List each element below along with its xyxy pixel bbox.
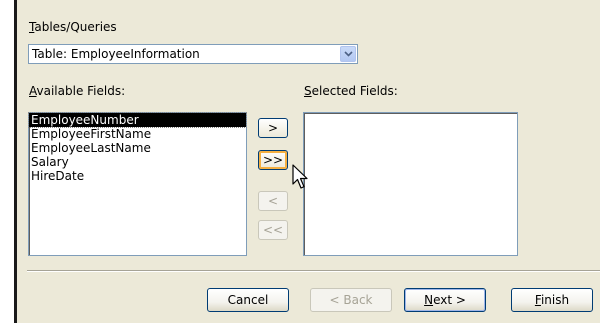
list-item-hire-date[interactable]: HireDate <box>29 169 246 183</box>
list-item-employee-last-name[interactable]: EmployeeLastName <box>29 141 246 155</box>
selected-fields-list[interactable] <box>303 112 518 256</box>
tables-queries-select[interactable]: Table: EmployeeInformation <box>28 44 358 64</box>
footer-divider <box>27 270 600 272</box>
add-all-fields-button[interactable]: >> <box>258 150 288 170</box>
screenshot-stage: Tables/Queries Table: EmployeeInformatio… <box>0 0 600 323</box>
remove-field-button[interactable]: < <box>258 191 288 211</box>
tables-queries-label: Tables/Queries <box>29 20 117 34</box>
tables-queries-value: Table: EmployeeInformation <box>32 47 200 61</box>
selected-fields-label: Selected Fields: <box>304 84 398 98</box>
available-fields-list[interactable]: EmployeeNumber EmployeeFirstName Employe… <box>28 112 247 256</box>
cancel-button[interactable]: Cancel <box>207 288 289 312</box>
list-item-salary[interactable]: Salary <box>29 155 246 169</box>
available-fields-label: Available Fields: <box>29 84 126 98</box>
simple-query-wizard-dialog: Tables/Queries Table: EmployeeInformatio… <box>14 0 600 323</box>
remove-all-fields-button[interactable]: << <box>258 220 288 240</box>
next-button[interactable]: Next > <box>404 288 486 312</box>
add-field-button[interactable]: > <box>258 118 288 138</box>
list-item-employee-number[interactable]: EmployeeNumber <box>28 112 247 128</box>
back-button[interactable]: < Back <box>310 288 392 312</box>
chevron-down-icon <box>343 51 353 57</box>
finish-button[interactable]: Finish <box>511 288 593 312</box>
list-item-employee-first-name[interactable]: EmployeeFirstName <box>29 127 246 141</box>
mouse-pointer-icon <box>292 164 308 189</box>
dropdown-button[interactable] <box>340 46 356 62</box>
